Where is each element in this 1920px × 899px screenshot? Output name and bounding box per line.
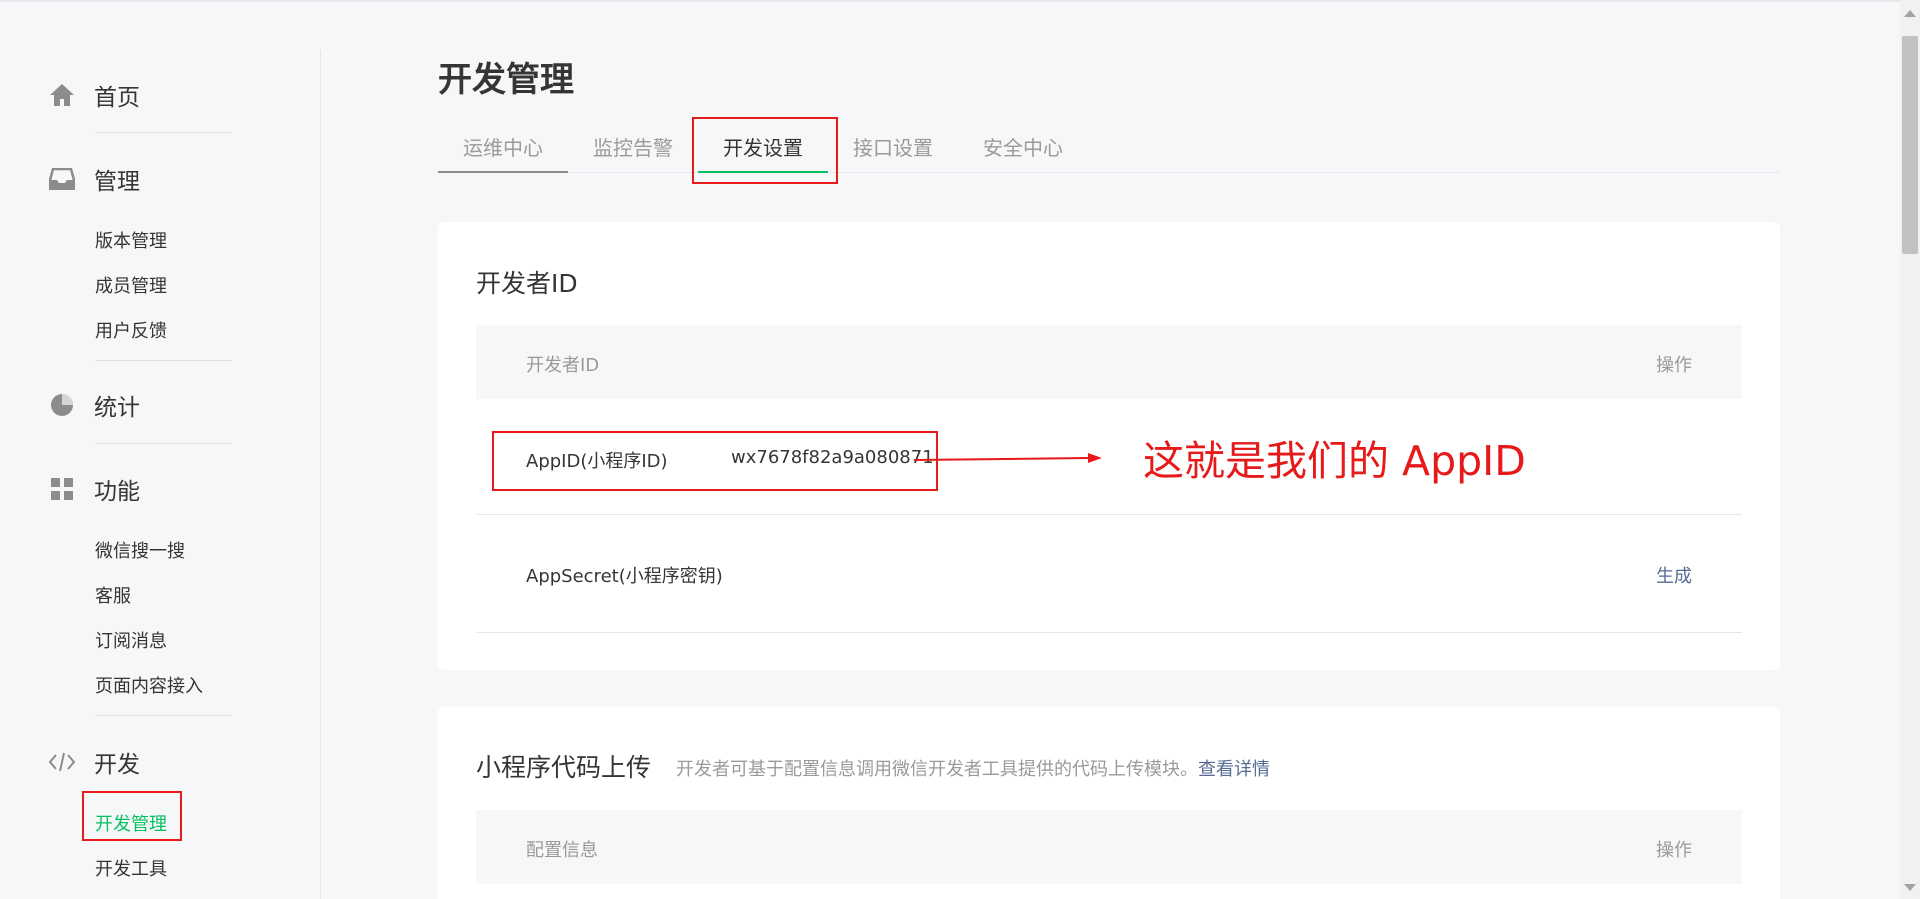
sidebar-item-page-content[interactable]: 页面内容接入: [95, 672, 203, 698]
inbox-icon: [48, 165, 76, 193]
code-upload-card: 小程序代码上传 开发者可基于配置信息调用微信开发者工具提供的代码上传模块。查看详…: [438, 707, 1780, 899]
tab-hover-underline: [438, 171, 568, 173]
scrollbar-thumb[interactable]: [1902, 36, 1918, 254]
column-header-developer-id: 开发者ID: [526, 355, 600, 376]
nav-home[interactable]: 首页: [48, 78, 140, 112]
column-header-action: 操作: [1656, 355, 1692, 376]
nav-stats[interactable]: 统计: [48, 388, 140, 422]
home-icon: [48, 81, 76, 109]
annotation-arrow: [913, 453, 1102, 463]
sidebar-item-version[interactable]: 版本管理: [95, 227, 167, 253]
scroll-up-arrow-icon[interactable]: [1904, 10, 1916, 17]
nav-manage-label: 管理: [94, 169, 140, 195]
sidebar-item-wechat-search[interactable]: 微信搜一搜: [95, 537, 185, 563]
grid-icon: [48, 475, 76, 503]
appsecret-label: AppSecret(小程序密钥): [526, 566, 723, 587]
sidebar-item-members[interactable]: 成员管理: [95, 272, 167, 298]
code-icon: [48, 748, 76, 776]
nav-stats-label: 统计: [94, 395, 140, 421]
sidebar-item-dev-tools[interactable]: 开发工具: [95, 855, 167, 881]
nav-manage[interactable]: 管理: [48, 162, 140, 196]
appid-annotation: 这就是我们的 AppID: [1143, 437, 1526, 485]
highlight-box-dev-settings-tab: [692, 117, 838, 184]
table-row-divider: [476, 632, 1742, 633]
code-upload-description: 开发者可基于配置信息调用微信开发者工具提供的代码上传模块。查看详情: [676, 755, 1270, 781]
column-header-action: 操作: [1656, 840, 1692, 861]
scroll-down-arrow-icon[interactable]: [1904, 884, 1916, 891]
sidebar-divider: [95, 715, 232, 716]
tab-ops-center[interactable]: 运维中心: [463, 132, 543, 161]
tab-bar: 运维中心 监控告警 开发设置 接口设置 安全中心: [438, 120, 1780, 173]
sidebar-divider: [95, 360, 232, 361]
tab-security-center[interactable]: 安全中心: [983, 132, 1063, 161]
sidebar-divider: [95, 132, 232, 133]
nav-home-label: 首页: [94, 85, 140, 111]
sidebar-divider: [95, 443, 232, 444]
highlight-box-appid: [492, 431, 938, 491]
sidebar-item-feedback[interactable]: 用户反馈: [95, 317, 167, 343]
page-title: 开发管理: [438, 60, 574, 100]
nav-features[interactable]: 功能: [48, 472, 140, 506]
nav-dev[interactable]: 开发: [48, 745, 140, 779]
sidebar-border: [320, 50, 321, 899]
sidebar: 首页 管理 版本管理 成员管理 用户反馈 统计 功能 微信搜一搜 客服 订阅消息…: [0, 0, 320, 899]
developer-id-title: 开发者ID: [476, 269, 578, 298]
table-row-divider: [476, 514, 1742, 515]
code-upload-table-header: 配置信息 操作: [476, 810, 1742, 884]
generate-secret-link[interactable]: 生成: [1656, 562, 1692, 588]
nav-features-label: 功能: [94, 479, 140, 505]
view-details-link[interactable]: 查看详情: [1198, 759, 1270, 780]
code-upload-title: 小程序代码上传: [476, 753, 652, 782]
tab-api-settings[interactable]: 接口设置: [853, 132, 933, 161]
developer-id-table-header: 开发者ID 操作: [476, 325, 1742, 399]
sidebar-item-customer-service[interactable]: 客服: [95, 582, 131, 608]
tab-monitoring[interactable]: 监控告警: [593, 132, 673, 161]
sidebar-item-subscribe-message[interactable]: 订阅消息: [95, 627, 167, 653]
pie-chart-icon: [48, 391, 76, 419]
code-upload-description-text: 开发者可基于配置信息调用微信开发者工具提供的代码上传模块。: [676, 759, 1198, 780]
nav-dev-label: 开发: [94, 752, 140, 778]
column-header-config: 配置信息: [526, 840, 598, 861]
highlight-box-dev-manage: [82, 791, 182, 841]
